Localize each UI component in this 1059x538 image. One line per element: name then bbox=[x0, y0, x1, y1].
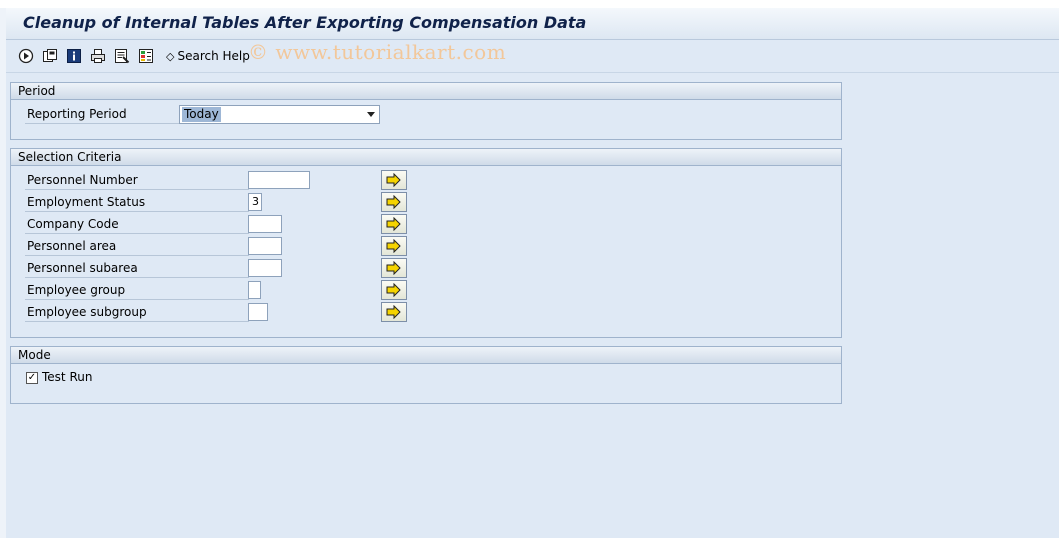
employee-group-input[interactable] bbox=[248, 281, 261, 299]
page-title: Cleanup of Internal Tables After Exporti… bbox=[23, 13, 587, 32]
arrow-right-icon bbox=[386, 261, 401, 275]
arrow-right-icon bbox=[386, 217, 401, 231]
reporting-period-value: Today bbox=[182, 107, 221, 122]
employee-subgroup-multiple-selection-button[interactable] bbox=[381, 302, 407, 322]
arrow-right-icon bbox=[386, 173, 401, 187]
personnel-area-input[interactable] bbox=[248, 237, 282, 255]
company-code-multiple-selection-button[interactable] bbox=[381, 214, 407, 234]
personnel-subarea-input[interactable] bbox=[248, 259, 282, 277]
employee-subgroup-label: Employee subgroup bbox=[25, 303, 249, 322]
employment-status-label: Employment Status bbox=[25, 193, 249, 212]
personnel-area-label: Personnel area bbox=[25, 237, 249, 256]
left-strip bbox=[0, 8, 6, 538]
toolbar-separator bbox=[6, 72, 1059, 73]
watermark: © www.tutorialkart.com bbox=[248, 40, 507, 64]
save-variant-icon[interactable] bbox=[42, 48, 58, 64]
company-code-input[interactable] bbox=[248, 215, 282, 233]
period-heading: Period bbox=[11, 83, 841, 100]
top-border bbox=[0, 0, 1059, 8]
company-code-label: Company Code bbox=[25, 215, 249, 234]
execute-icon[interactable] bbox=[18, 48, 34, 64]
reporting-period-select[interactable]: Today bbox=[179, 105, 380, 124]
print-icon[interactable] bbox=[90, 48, 106, 64]
employee-group-label: Employee group bbox=[25, 281, 249, 300]
chevron-down-icon[interactable] bbox=[367, 112, 375, 117]
selection-options-icon[interactable] bbox=[138, 48, 154, 64]
diamond-icon: ◇ bbox=[166, 50, 175, 63]
variant-attributes-icon[interactable] bbox=[114, 48, 130, 64]
personnel-number-multiple-selection-button[interactable] bbox=[381, 170, 407, 190]
personnel-subarea-multiple-selection-button[interactable] bbox=[381, 258, 407, 278]
info-icon[interactable] bbox=[66, 48, 82, 64]
employment-status-multiple-selection-button[interactable] bbox=[381, 192, 407, 212]
checkmark-icon: ✓ bbox=[27, 372, 37, 383]
title-bar: Cleanup of Internal Tables After Exporti… bbox=[6, 8, 1059, 40]
selection-criteria-group: Selection Criteria Personnel Number Empl… bbox=[10, 148, 842, 338]
employee-subgroup-input[interactable] bbox=[248, 303, 268, 321]
mode-heading: Mode bbox=[11, 347, 841, 364]
reporting-period-label: Reporting Period bbox=[25, 105, 179, 124]
search-help-button[interactable]: ◇ Search Help bbox=[166, 49, 250, 63]
personnel-number-input[interactable] bbox=[248, 171, 310, 189]
application-toolbar: ◇ Search Help © www.tutorialkart.com bbox=[6, 40, 1059, 72]
arrow-right-icon bbox=[386, 195, 401, 209]
period-group: Period Reporting Period Today bbox=[10, 82, 842, 140]
search-help-label: Search Help bbox=[177, 49, 250, 63]
personnel-subarea-label: Personnel subarea bbox=[25, 259, 249, 278]
personnel-area-multiple-selection-button[interactable] bbox=[381, 236, 407, 256]
test-run-label: Test Run bbox=[42, 370, 93, 384]
arrow-right-icon bbox=[386, 239, 401, 253]
employee-group-multiple-selection-button[interactable] bbox=[381, 280, 407, 300]
employment-status-input[interactable]: 3 bbox=[248, 193, 262, 211]
selection-criteria-heading: Selection Criteria bbox=[11, 149, 841, 166]
arrow-right-icon bbox=[386, 305, 401, 319]
arrow-right-icon bbox=[386, 283, 401, 297]
personnel-number-label: Personnel Number bbox=[25, 171, 249, 190]
test-run-checkbox[interactable]: ✓ bbox=[26, 372, 38, 384]
mode-group: Mode ✓ Test Run bbox=[10, 346, 842, 404]
